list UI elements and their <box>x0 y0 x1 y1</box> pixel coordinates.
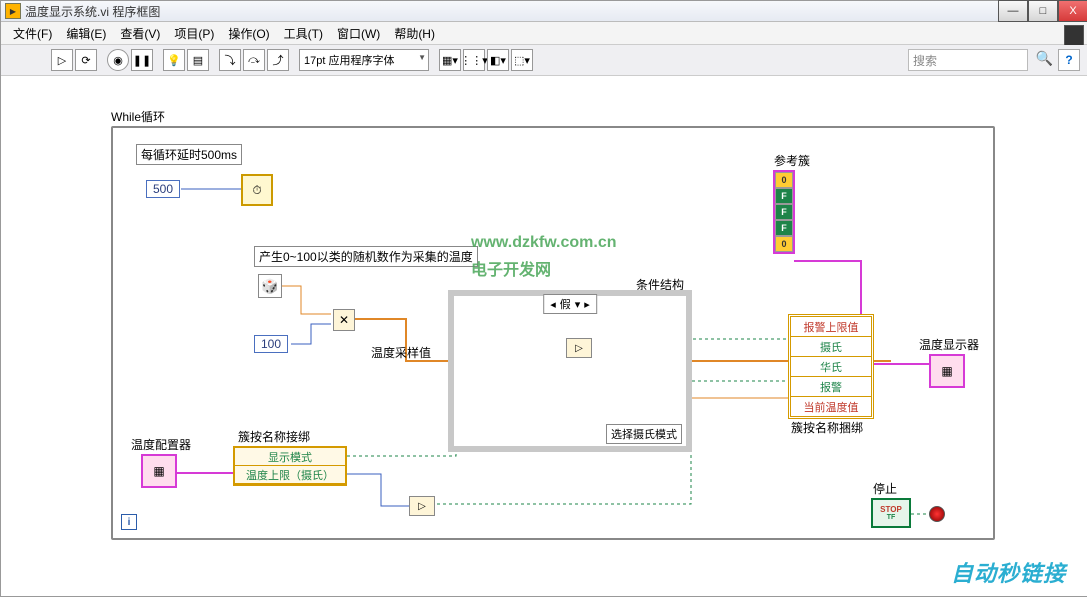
resize-button[interactable]: ◧▾ <box>487 49 509 71</box>
stop-text: STOP <box>880 505 902 514</box>
menu-operate[interactable]: 操作(O) <box>222 23 275 44</box>
bundle-item-fahrenheit[interactable]: 华氏 <box>791 357 871 377</box>
stop-button-terminal[interactable]: STOPTF <box>871 498 911 528</box>
case-comment: 选择摄氏模式 <box>606 424 682 444</box>
maximize-button[interactable]: □ <box>1028 0 1058 22</box>
window-title: 温度显示系统.vi 程序框图 <box>25 3 160 20</box>
watermark-url: www.dzkfw.com.cn <box>471 234 617 252</box>
sample-label: 温度采样值 <box>371 344 431 361</box>
ref-cell-0: 0 <box>775 172 793 188</box>
case-prev-icon[interactable]: ◂ <box>550 298 556 311</box>
ref-cluster-label: 参考簇 <box>774 152 810 169</box>
unbundle-by-name-node[interactable]: 显示模式 温度上限（摄氏） <box>233 446 347 486</box>
bundle-item-alarm[interactable]: 报警 <box>791 377 871 397</box>
brand-watermark: 自动秒链接 <box>951 556 1066 588</box>
comment-delay[interactable]: 每循环延时500ms <box>136 144 242 165</box>
config-label: 温度配置器 <box>131 436 191 453</box>
pause-button[interactable]: ❚❚ <box>131 49 153 71</box>
menubar: 文件(F) 编辑(E) 查看(V) 项目(P) 操作(O) 工具(T) 窗口(W… <box>1 22 1087 45</box>
toolbar: ▷ ⟳ ◉ ❚❚ 💡 ▤ ⤵ ⤼ ⤴ 17pt 应用程序字体▼ ▦▾ ⋮⋮▾ ◧… <box>1 45 1087 76</box>
unbundle-label: 簇按名称接绑 <box>238 428 310 445</box>
step-into-button[interactable]: ⤵ <box>219 49 241 71</box>
menu-view[interactable]: 查看(V) <box>114 23 166 44</box>
reorder-button[interactable]: ⬚▾ <box>511 49 533 71</box>
search-icon[interactable]: 🔍 <box>1036 50 1053 67</box>
constant-100[interactable]: 100 <box>254 335 288 353</box>
run-continuous-button[interactable]: ⟳ <box>75 49 97 71</box>
indicator-terminal[interactable]: ▦ <box>929 354 965 388</box>
menu-tools[interactable]: 工具(T) <box>278 23 329 44</box>
case-dropdown-icon[interactable]: ▾ <box>575 298 581 311</box>
context-help-button[interactable]: ? <box>1058 49 1080 71</box>
ref-cell-4: 0 <box>775 236 793 252</box>
multiply-node[interactable]: ✕ <box>333 309 355 331</box>
search-placeholder: 搜索 <box>913 52 937 69</box>
menu-project[interactable]: 项目(P) <box>168 23 220 44</box>
titlebar: ▶ 温度显示系统.vi 程序框图 — □ X <box>1 1 1087 22</box>
menu-help[interactable]: 帮助(H) <box>388 23 441 44</box>
close-button[interactable]: X <box>1058 0 1087 22</box>
bundle-item-alarm-upper[interactable]: 报警上限值 <box>791 317 871 337</box>
iteration-terminal[interactable]: i <box>121 514 137 530</box>
case-next-icon[interactable]: ▸ <box>584 298 590 311</box>
random-number-node[interactable]: 🎲 <box>258 274 282 298</box>
ref-cell-1: F <box>775 188 793 204</box>
case-selector-value: 假 <box>560 296 571 312</box>
menu-edit[interactable]: 编辑(E) <box>60 23 112 44</box>
unbundle-item-mode[interactable]: 显示模式 <box>235 448 345 466</box>
loop-condition-terminal[interactable] <box>929 506 945 522</box>
wait-ms-node[interactable]: ⏱ <box>241 174 273 206</box>
bundle-item-current[interactable]: 当前温度值 <box>791 397 871 416</box>
ref-cluster-constant[interactable]: 0 F F F 0 <box>773 170 795 254</box>
search-input[interactable]: 搜索 <box>908 49 1028 71</box>
config-control-terminal[interactable]: ▦ <box>141 454 177 488</box>
constant-500[interactable]: 500 <box>146 180 180 198</box>
block-diagram-canvas[interactable]: While循环 每循环延时500ms 500 ⏱ 产生0~100以类的随机数作为… <box>1 76 1087 596</box>
retain-wire-button[interactable]: ▤ <box>187 49 209 71</box>
ref-cell-2: F <box>775 204 793 220</box>
font-label: 17pt 应用程序字体 <box>304 52 394 68</box>
case-inner-node[interactable]: ▷ <box>566 338 592 358</box>
labview-icon: ▶ <box>5 3 21 19</box>
case-selector[interactable]: ◂ 假 ▾ ▸ <box>543 294 597 314</box>
unbundle-item-limit[interactable]: 温度上限（摄氏） <box>235 466 345 484</box>
step-over-button[interactable]: ⤼ <box>243 49 265 71</box>
align-button[interactable]: ▦▾ <box>439 49 461 71</box>
bundle-by-name-node[interactable]: 报警上限值 摄氏 华氏 报警 当前温度值 <box>788 314 874 419</box>
ref-cell-3: F <box>775 220 793 236</box>
font-selector[interactable]: 17pt 应用程序字体▼ <box>299 49 429 71</box>
comment-random[interactable]: 产生0~100以类的随机数作为采集的温度 <box>254 246 478 267</box>
case-structure[interactable]: ◂ 假 ▾ ▸ ▷ 选择摄氏模式 <box>448 290 692 452</box>
stop-label: 停止 <box>873 480 897 497</box>
step-out-button[interactable]: ⤴ <box>267 49 289 71</box>
menu-file[interactable]: 文件(F) <box>7 23 58 44</box>
bundle-label: 簇按名称捆绑 <box>791 419 863 436</box>
greater-than-node[interactable]: ▷ <box>409 496 435 516</box>
highlight-button[interactable]: 💡 <box>163 49 185 71</box>
distribute-button[interactable]: ⋮⋮▾ <box>463 49 485 71</box>
watermark-text: 电子开发网 <box>471 256 551 280</box>
minimize-button[interactable]: — <box>998 0 1028 22</box>
while-loop-label: While循环 <box>111 108 165 125</box>
indicator-label: 温度显示器 <box>919 336 979 353</box>
abort-button[interactable]: ◉ <box>107 49 129 71</box>
menu-window[interactable]: 窗口(W) <box>331 23 386 44</box>
bundle-item-celsius[interactable]: 摄氏 <box>791 337 871 357</box>
run-button[interactable]: ▷ <box>51 49 73 71</box>
